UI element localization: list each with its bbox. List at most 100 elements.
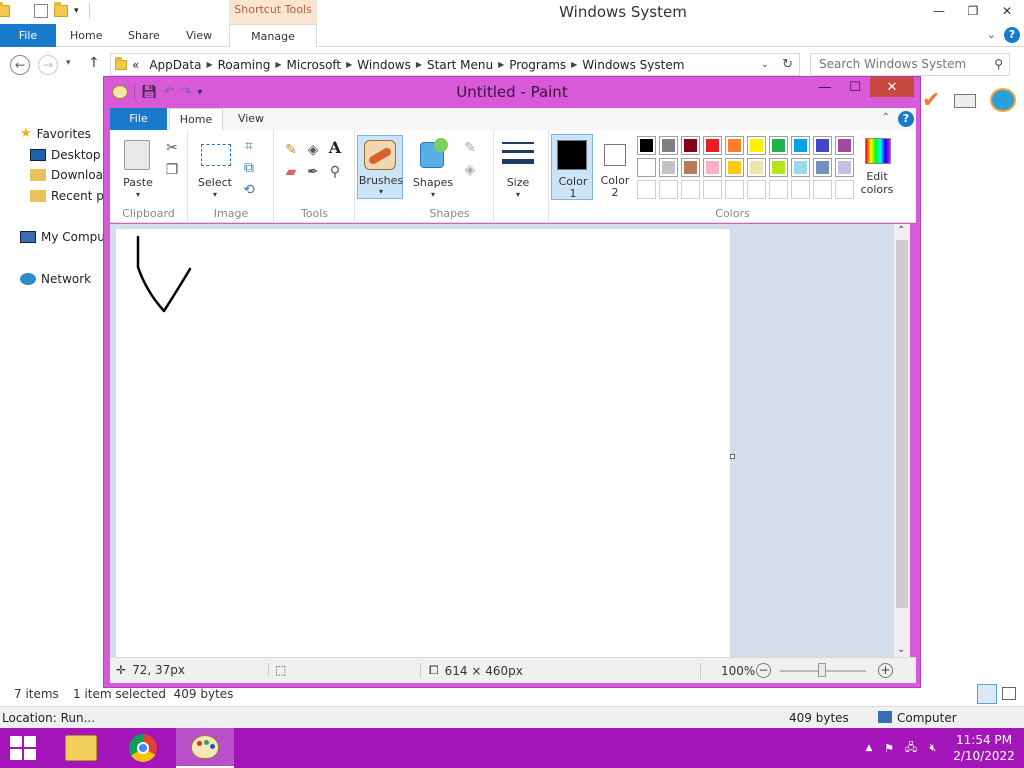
scroll-thumb[interactable] xyxy=(896,240,908,608)
crumb-roaming[interactable]: Roaming xyxy=(213,58,276,72)
search-input[interactable]: Search Windows System ⚲ xyxy=(810,53,1010,76)
scroll-up-icon[interactable]: ⌃ xyxy=(897,225,905,236)
palette-color-swatch[interactable] xyxy=(813,158,832,177)
copy-icon[interactable]: ❐ xyxy=(164,162,180,178)
palette-custom-slot[interactable] xyxy=(835,180,854,199)
help-icon[interactable]: ? xyxy=(1004,27,1020,43)
checkmark-icon[interactable]: ✔ xyxy=(922,88,940,113)
cut-icon[interactable]: ✂ xyxy=(164,140,180,156)
sidebar-item-downloads[interactable]: Downloac xyxy=(30,168,110,182)
paint-titlebar[interactable]: 💾︎ ↶ ↷ ▾ Untitled - Paint — ☐ ✕ xyxy=(104,77,920,107)
vertical-scrollbar[interactable]: ⌃ ⌄ xyxy=(894,224,910,657)
address-dropdown-icon[interactable]: ⌄ xyxy=(761,59,769,70)
palette-color-swatch[interactable] xyxy=(703,136,722,155)
crop-icon[interactable]: ⌗ xyxy=(241,138,257,154)
palette-color-swatch[interactable] xyxy=(659,158,678,177)
minimize-button[interactable]: — xyxy=(810,77,840,97)
tab-view[interactable]: View xyxy=(226,108,276,130)
brushes-button[interactable]: Brushes ▾ xyxy=(357,135,403,199)
clock[interactable]: 11:54 PM 2/10/2022 xyxy=(944,732,1024,764)
tab-file[interactable]: File xyxy=(0,24,56,47)
shapes-button[interactable]: Shapes ▾ xyxy=(410,136,456,202)
open-location-icon[interactable] xyxy=(990,88,1016,112)
tab-manage[interactable]: Manage xyxy=(229,24,317,47)
color2-button[interactable]: Color 2 xyxy=(595,134,635,200)
palette-color-swatch[interactable] xyxy=(637,158,656,177)
palette-custom-slot[interactable] xyxy=(703,180,722,199)
resize-icon[interactable]: ⧉ xyxy=(241,160,257,176)
tab-view[interactable]: View xyxy=(186,24,212,47)
rename-icon[interactable] xyxy=(954,94,976,108)
recent-locations-icon[interactable]: ▾ xyxy=(66,58,71,68)
palette-color-swatch[interactable] xyxy=(725,136,744,155)
palette-custom-slot[interactable] xyxy=(659,180,678,199)
color-picker-icon[interactable]: ✒ xyxy=(305,164,321,180)
maximize-button[interactable]: ☐ xyxy=(840,77,870,97)
ribbon-expand-icon[interactable]: ⌄ xyxy=(987,28,996,41)
crumb-programs[interactable]: Programs xyxy=(504,58,571,72)
palette-color-swatch[interactable] xyxy=(791,158,810,177)
taskbar-paint[interactable] xyxy=(176,728,234,768)
close-button[interactable]: ✕ xyxy=(870,77,914,97)
size-button[interactable]: Size ▾ xyxy=(498,136,538,202)
scroll-down-icon[interactable]: ⌄ xyxy=(897,644,905,655)
show-hidden-icons[interactable]: ▲ xyxy=(860,743,878,753)
palette-color-swatch[interactable] xyxy=(813,136,832,155)
pencil-icon[interactable]: ✎ xyxy=(283,142,299,158)
fill-icon[interactable]: ◈ xyxy=(305,142,321,158)
start-button[interactable] xyxy=(10,736,38,762)
palette-color-swatch[interactable] xyxy=(835,136,854,155)
tab-home[interactable]: Home xyxy=(70,24,102,47)
tab-home[interactable]: Home xyxy=(169,108,223,130)
palette-color-swatch[interactable] xyxy=(791,136,810,155)
outline-icon[interactable]: ✎ xyxy=(462,140,478,156)
palette-color-swatch[interactable] xyxy=(769,158,788,177)
close-button[interactable]: ✕ xyxy=(990,0,1024,22)
crumb-appdata[interactable]: AppData xyxy=(144,58,206,72)
taskbar-chrome[interactable] xyxy=(114,728,172,768)
fill-shape-icon[interactable]: ◈ xyxy=(462,162,478,178)
palette-custom-slot[interactable] xyxy=(769,180,788,199)
tab-share[interactable]: Share xyxy=(128,24,160,47)
palette-custom-slot[interactable] xyxy=(791,180,810,199)
palette-custom-slot[interactable] xyxy=(681,180,700,199)
search-icon[interactable]: ⚲ xyxy=(994,54,1003,75)
refresh-icon[interactable]: ↻ xyxy=(782,57,793,72)
sidebar-item-computer[interactable]: My Compu xyxy=(20,230,105,244)
up-icon[interactable]: ↑ xyxy=(88,55,100,71)
crumb-windows-system[interactable]: Windows System xyxy=(577,58,689,72)
palette-color-swatch[interactable] xyxy=(725,158,744,177)
address-overflow[interactable]: « xyxy=(127,58,144,72)
edit-colors-button[interactable]: Edit colors xyxy=(857,136,897,202)
action-center-icon[interactable]: ⚑ xyxy=(878,742,900,755)
eraser-icon[interactable]: ▰ xyxy=(283,164,299,180)
palette-custom-slot[interactable] xyxy=(813,180,832,199)
large-icons-view-icon[interactable] xyxy=(1002,687,1016,700)
palette-custom-slot[interactable] xyxy=(725,180,744,199)
select-button[interactable]: Select ▾ xyxy=(195,136,235,202)
text-icon[interactable]: A xyxy=(327,140,343,156)
magnifier-icon[interactable]: ⚲ xyxy=(327,164,343,180)
paste-button[interactable]: Paste ▾ xyxy=(118,136,158,202)
crumb-windows[interactable]: Windows xyxy=(352,58,416,72)
palette-color-swatch[interactable] xyxy=(681,158,700,177)
address-bar[interactable]: « AppData ▶ Roaming ▶ Microsoft ▶ Windows ▶ … xyxy=(110,53,800,76)
volume-muted-icon[interactable]: 🔇︎ xyxy=(922,741,944,755)
palette-color-swatch[interactable] xyxy=(747,158,766,177)
zoom-slider-thumb[interactable] xyxy=(818,663,826,677)
crumb-start-menu[interactable]: Start Menu xyxy=(422,58,498,72)
help-icon[interactable]: ? xyxy=(898,111,914,127)
details-view-icon[interactable] xyxy=(977,684,997,704)
rotate-icon[interactable]: ⟲ xyxy=(241,182,257,198)
sidebar-item-desktop[interactable]: Desktop xyxy=(30,148,101,162)
zoom-in-button[interactable]: + xyxy=(878,663,893,678)
palette-color-swatch[interactable] xyxy=(703,158,722,177)
zoom-out-button[interactable]: − xyxy=(756,663,771,678)
crumb-microsoft[interactable]: Microsoft xyxy=(282,58,347,72)
taskbar-file-explorer[interactable] xyxy=(52,728,110,768)
restore-button[interactable]: ❐ xyxy=(956,0,990,22)
sidebar-item-favorites[interactable]: ★ Favorites xyxy=(20,126,91,141)
ribbon-collapse-icon[interactable]: ⌃ xyxy=(882,112,890,123)
minimize-button[interactable]: — xyxy=(922,0,956,22)
drawing-canvas[interactable] xyxy=(116,229,730,657)
